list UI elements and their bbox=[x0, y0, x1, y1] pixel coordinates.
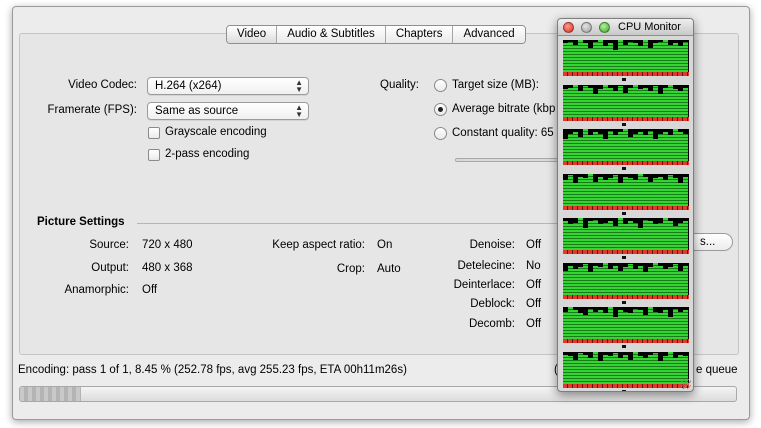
video-codec-label: Video Codec: bbox=[68, 79, 137, 91]
tab-audio-subtitles[interactable]: Audio & Subtitles bbox=[277, 26, 386, 43]
cpu-core-graph bbox=[563, 84, 689, 121]
core-separator-icon bbox=[622, 300, 626, 304]
cpu-monitor-window[interactable]: CPU Monitor bbox=[557, 18, 694, 392]
core-separator-icon bbox=[622, 345, 626, 348]
resize-grip-icon[interactable] bbox=[681, 379, 691, 389]
picture-settings-heading: Picture Settings bbox=[37, 216, 125, 228]
cpu-core-bars bbox=[563, 351, 689, 384]
cpu-core-baseline bbox=[563, 116, 689, 121]
constant-quality-radio[interactable] bbox=[434, 127, 447, 140]
anamorphic-value: Off bbox=[142, 284, 158, 296]
tab-bar: Video Audio & Subtitles Chapters Advance… bbox=[226, 25, 526, 44]
close-icon[interactable] bbox=[563, 22, 574, 33]
denoise-label: Denoise: bbox=[469, 239, 515, 251]
tab-chapters[interactable]: Chapters bbox=[385, 26, 454, 43]
twopass-checkbox[interactable] bbox=[148, 149, 160, 161]
output-value: 480 x 368 bbox=[142, 262, 193, 274]
core-separator-icon bbox=[622, 256, 626, 259]
cpu-core-baseline bbox=[563, 161, 689, 165]
target-size-radio[interactable] bbox=[434, 79, 447, 92]
cpu-core-graph bbox=[563, 307, 689, 343]
cpu-core-graph bbox=[563, 218, 689, 254]
cpu-usage-bar bbox=[683, 133, 688, 161]
core-separator-icon bbox=[622, 78, 626, 81]
tab-video[interactable]: Video bbox=[227, 26, 278, 43]
twopass-label: 2-pass encoding bbox=[165, 148, 250, 160]
cpu-core-graph bbox=[563, 351, 689, 388]
cpu-core-baseline bbox=[563, 294, 689, 299]
video-codec-value: H.264 (x264) bbox=[155, 80, 222, 92]
core-separator-icon bbox=[622, 389, 626, 391]
framerate-select[interactable]: Same as source ▲ ▼ bbox=[147, 102, 309, 120]
queue-status: e queue bbox=[696, 364, 738, 376]
deblock-label: Deblock: bbox=[470, 298, 515, 310]
deblock-value: Off bbox=[526, 298, 542, 310]
cpu-core-graph bbox=[563, 262, 689, 299]
cpu-core-graph bbox=[563, 173, 689, 210]
avg-bitrate-label: Average bitrate (kbp bbox=[452, 103, 556, 115]
keep-aspect-label: Keep aspect ratio: bbox=[272, 239, 365, 251]
cpu-usage-bar bbox=[683, 176, 688, 206]
tab-advanced[interactable]: Advanced bbox=[453, 26, 525, 43]
decomb-value: Off bbox=[526, 318, 542, 330]
cpu-core-bars bbox=[563, 218, 689, 250]
quality-label: Quality: bbox=[380, 79, 419, 91]
cpu-core-baseline bbox=[563, 205, 689, 210]
cpu-core-bars bbox=[563, 307, 689, 339]
cpu-core-baseline bbox=[563, 72, 689, 76]
cpu-core-bars bbox=[563, 262, 689, 295]
core-separator-icon bbox=[622, 167, 626, 170]
source-value: 720 x 480 bbox=[142, 239, 193, 251]
cpu-monitor-title: CPU Monitor bbox=[618, 21, 681, 33]
grayscale-label: Grayscale encoding bbox=[165, 126, 267, 138]
cpu-core-graph bbox=[563, 40, 689, 76]
grayscale-checkbox[interactable] bbox=[148, 127, 160, 139]
decomb-label: Decomb: bbox=[468, 318, 515, 330]
cpu-usage-bar bbox=[683, 310, 688, 339]
cpu-usage-bar bbox=[683, 87, 688, 117]
avg-bitrate-radio[interactable] bbox=[434, 103, 447, 116]
cpu-core-graph bbox=[563, 129, 689, 165]
cpu-core-baseline bbox=[563, 339, 689, 343]
cpu-core-bars bbox=[563, 40, 689, 72]
progress-fill bbox=[20, 387, 81, 401]
cpu-usage-bar bbox=[683, 265, 688, 295]
constant-quality-label: Constant quality: 65 bbox=[452, 127, 554, 139]
cpu-usage-bar bbox=[683, 221, 688, 250]
zoom-icon[interactable] bbox=[599, 22, 610, 33]
cpu-usage-bar bbox=[683, 41, 688, 72]
target-size-label: Target size (MB): bbox=[452, 79, 539, 91]
cpu-core-bars bbox=[563, 84, 689, 117]
detelecine-label: Detelecine: bbox=[457, 260, 515, 272]
quality-slider[interactable] bbox=[455, 158, 565, 162]
crop-value: Auto bbox=[377, 263, 401, 275]
section-divider bbox=[137, 223, 573, 224]
cpu-core-baseline bbox=[563, 250, 689, 254]
keep-aspect-value: On bbox=[377, 239, 393, 251]
core-separator-icon bbox=[622, 211, 626, 215]
updown-arrows-icon: ▲ ▼ bbox=[295, 78, 303, 94]
crop-label: Crop: bbox=[336, 263, 365, 275]
deinterlace-value: Off bbox=[526, 279, 542, 291]
anamorphic-label: Anamorphic: bbox=[64, 284, 129, 296]
cpu-core-baseline bbox=[563, 383, 689, 388]
minimize-icon[interactable] bbox=[581, 22, 592, 33]
deinterlace-label: Deinterlace: bbox=[453, 279, 515, 291]
output-label: Output: bbox=[91, 262, 129, 274]
framerate-label: Framerate (FPS): bbox=[47, 104, 137, 116]
denoise-value: Off bbox=[526, 239, 542, 251]
framerate-value: Same as source bbox=[155, 105, 239, 117]
updown-arrows-icon: ▲ ▼ bbox=[295, 103, 303, 119]
core-separator-icon bbox=[622, 122, 626, 126]
encoding-status: Encoding: pass 1 of 1, 8.45 % (252.78 fp… bbox=[18, 364, 407, 376]
video-codec-select[interactable]: H.264 (x264) ▲ ▼ bbox=[147, 77, 309, 95]
detelecine-value: No bbox=[526, 260, 541, 272]
cpu-core-bars bbox=[563, 129, 689, 161]
cpu-core-bars bbox=[563, 173, 689, 206]
cpu-monitor-titlebar[interactable]: CPU Monitor bbox=[558, 19, 693, 36]
source-label: Source: bbox=[89, 239, 129, 251]
